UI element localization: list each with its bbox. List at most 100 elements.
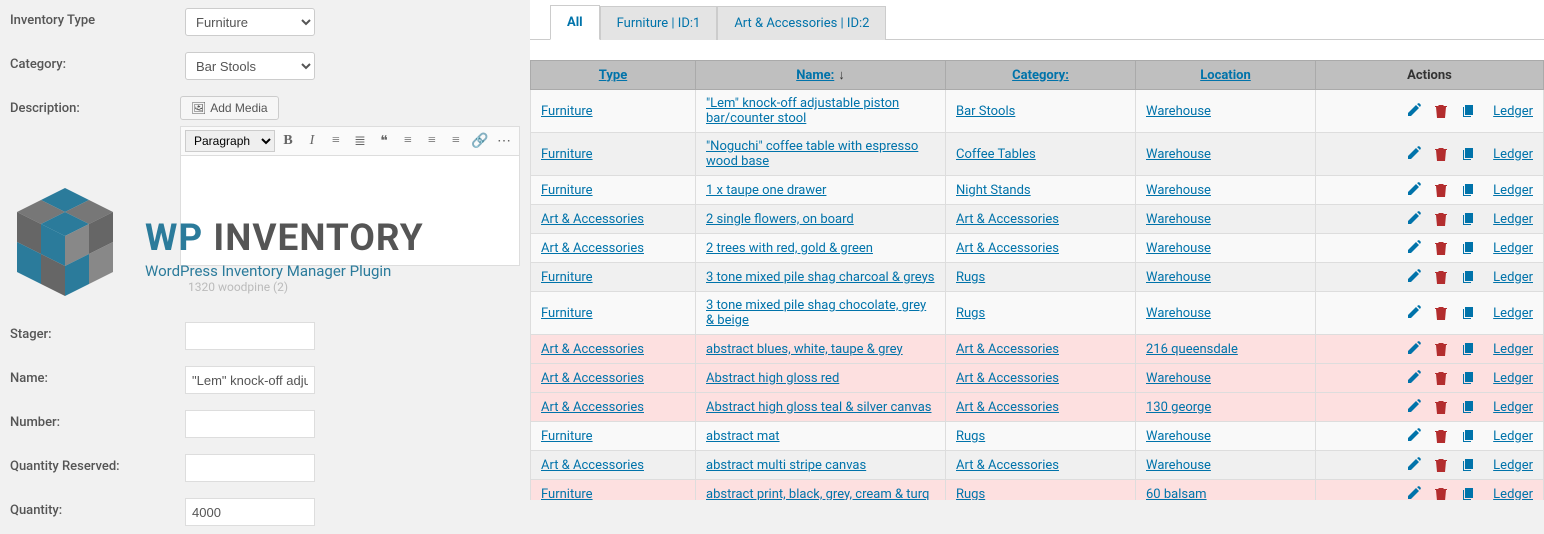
cell-name[interactable]: 2 single flowers, on board <box>706 212 854 227</box>
cell-type[interactable]: Art & Accessories <box>541 371 644 386</box>
copy-icon[interactable] <box>1461 486 1477 500</box>
cell-category[interactable]: Art & Accessories <box>956 212 1059 227</box>
cell-type[interactable]: Furniture <box>541 270 593 285</box>
cell-name[interactable]: abstract mat <box>706 429 780 444</box>
cell-name[interactable]: abstract blues, white, taupe & grey <box>706 342 903 357</box>
cell-location[interactable]: Warehouse <box>1146 104 1211 119</box>
copy-icon[interactable] <box>1461 341 1477 357</box>
delete-icon[interactable] <box>1433 182 1449 198</box>
cell-category[interactable]: Art & Accessories <box>956 458 1059 473</box>
delete-icon[interactable] <box>1433 399 1449 415</box>
ledger-link[interactable]: Ledger <box>1493 429 1533 444</box>
cell-type[interactable]: Furniture <box>541 104 593 119</box>
edit-icon[interactable] <box>1405 341 1421 357</box>
delete-icon[interactable] <box>1433 305 1449 321</box>
cell-location[interactable]: 216 queensdale <box>1146 342 1238 357</box>
delete-icon[interactable] <box>1433 457 1449 473</box>
delete-icon[interactable] <box>1433 146 1449 162</box>
category-select[interactable]: Bar Stools <box>185 52 315 80</box>
ledger-link[interactable]: Ledger <box>1493 371 1533 386</box>
cell-type[interactable]: Art & Accessories <box>541 212 644 227</box>
tab-furniture[interactable]: Furniture | ID:1 <box>600 6 718 40</box>
copy-icon[interactable] <box>1461 146 1477 162</box>
copy-icon[interactable] <box>1461 269 1477 285</box>
ledger-link[interactable]: Ledger <box>1493 241 1533 256</box>
cell-category[interactable]: Bar Stools <box>956 104 1015 119</box>
ledger-link[interactable]: Ledger <box>1493 487 1533 501</box>
cell-location[interactable]: Warehouse <box>1146 147 1211 162</box>
ledger-link[interactable]: Ledger <box>1493 212 1533 227</box>
edit-icon[interactable] <box>1405 305 1421 321</box>
cell-type[interactable]: Art & Accessories <box>541 241 644 256</box>
paragraph-select[interactable]: Paragraph <box>185 130 275 152</box>
copy-icon[interactable] <box>1461 305 1477 321</box>
edit-icon[interactable] <box>1405 211 1421 227</box>
cell-location[interactable]: Warehouse <box>1146 241 1211 256</box>
copy-icon[interactable] <box>1461 399 1477 415</box>
align-center-icon[interactable]: ≡ <box>421 130 443 152</box>
ledger-link[interactable]: Ledger <box>1493 183 1533 198</box>
cell-type[interactable]: Furniture <box>541 487 593 501</box>
cell-category[interactable]: Art & Accessories <box>956 342 1059 357</box>
copy-icon[interactable] <box>1461 240 1477 256</box>
cell-type[interactable]: Furniture <box>541 429 593 444</box>
cell-type[interactable]: Art & Accessories <box>541 458 644 473</box>
delete-icon[interactable] <box>1433 269 1449 285</box>
cell-name[interactable]: 3 tone mixed pile shag charcoal & greys <box>706 270 934 285</box>
name-input[interactable] <box>185 366 315 394</box>
italic-icon[interactable]: I <box>301 130 323 152</box>
cell-location[interactable]: 60 balsam <box>1146 487 1207 501</box>
ledger-link[interactable]: Ledger <box>1493 400 1533 415</box>
cell-type[interactable]: Furniture <box>541 147 593 162</box>
list-ul-icon[interactable]: ≡ <box>325 130 347 152</box>
copy-icon[interactable] <box>1461 370 1477 386</box>
quote-icon[interactable]: ❝ <box>373 130 395 152</box>
sort-location[interactable]: Location <box>1200 68 1251 83</box>
cell-location[interactable]: Warehouse <box>1146 212 1211 227</box>
copy-icon[interactable] <box>1461 457 1477 473</box>
cell-name[interactable]: 1 x taupe one drawer <box>706 183 826 198</box>
delete-icon[interactable] <box>1433 341 1449 357</box>
delete-icon[interactable] <box>1433 486 1449 500</box>
link-icon[interactable]: 🔗 <box>469 130 491 152</box>
sort-type[interactable]: Type <box>599 68 627 83</box>
sort-name[interactable]: Name: <box>796 68 834 83</box>
edit-icon[interactable] <box>1405 486 1421 500</box>
cell-name[interactable]: abstract print, black, grey, cream & tur… <box>706 487 929 501</box>
cell-name[interactable]: Abstract high gloss red <box>706 371 839 386</box>
more-icon[interactable]: ⋯ <box>493 130 515 152</box>
tab-art[interactable]: Art & Accessories | ID:2 <box>717 6 886 40</box>
cell-location[interactable]: Warehouse <box>1146 429 1211 444</box>
list-ol-icon[interactable]: ≣ <box>349 130 371 152</box>
copy-icon[interactable] <box>1461 182 1477 198</box>
align-right-icon[interactable]: ≡ <box>445 130 467 152</box>
cell-location[interactable]: Warehouse <box>1146 183 1211 198</box>
cell-category[interactable]: Art & Accessories <box>956 400 1059 415</box>
cell-category[interactable]: Night Stands <box>956 183 1031 198</box>
copy-icon[interactable] <box>1461 211 1477 227</box>
cell-location[interactable]: 130 george <box>1146 400 1211 415</box>
sort-category[interactable]: Category: <box>1012 68 1069 83</box>
cell-category[interactable]: Art & Accessories <box>956 371 1059 386</box>
cell-type[interactable]: Art & Accessories <box>541 400 644 415</box>
edit-icon[interactable] <box>1405 240 1421 256</box>
cell-location[interactable]: Warehouse <box>1146 306 1211 321</box>
cell-type[interactable]: Furniture <box>541 306 593 321</box>
edit-icon[interactable] <box>1405 399 1421 415</box>
qty-reserved-input[interactable] <box>185 454 315 482</box>
ledger-link[interactable]: Ledger <box>1493 104 1533 119</box>
ledger-link[interactable]: Ledger <box>1493 458 1533 473</box>
cell-type[interactable]: Art & Accessories <box>541 342 644 357</box>
cell-location[interactable]: Warehouse <box>1146 371 1211 386</box>
cell-name[interactable]: 3 tone mixed pile shag chocolate, grey &… <box>706 298 926 328</box>
ledger-link[interactable]: Ledger <box>1493 147 1533 162</box>
ledger-link[interactable]: Ledger <box>1493 306 1533 321</box>
cell-name[interactable]: 2 trees with red, gold & green <box>706 241 873 256</box>
delete-icon[interactable] <box>1433 428 1449 444</box>
edit-icon[interactable] <box>1405 146 1421 162</box>
ledger-link[interactable]: Ledger <box>1493 342 1533 357</box>
cell-name[interactable]: Abstract high gloss teal & silver canvas <box>706 400 932 415</box>
cell-name[interactable]: "Lem" knock-off adjustable piston bar/co… <box>706 96 899 126</box>
edit-icon[interactable] <box>1405 370 1421 386</box>
cell-category[interactable]: Rugs <box>956 306 985 321</box>
